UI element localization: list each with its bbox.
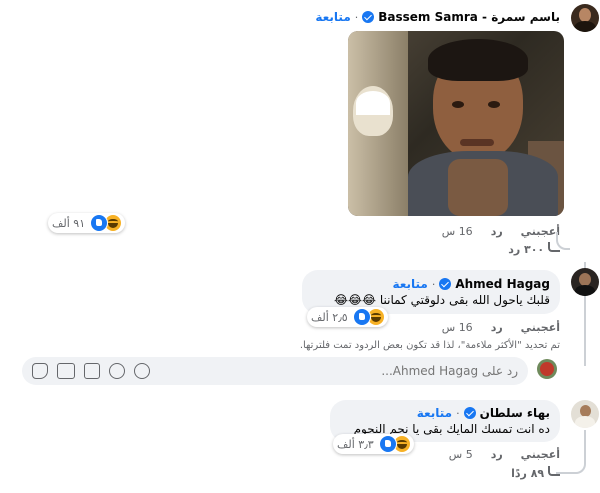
follow-button[interactable]: متابعة (315, 10, 350, 24)
thread-line (556, 458, 586, 474)
replies-count: ٨٩ ردًا (511, 467, 545, 480)
follow-button[interactable]: متابعة (392, 277, 427, 291)
view-replies-link[interactable]: ٨٩ ردًا (511, 466, 560, 480)
avatar-sticker-icon[interactable] (134, 363, 150, 379)
reaction-summary[interactable]: ٢٫٥ ألف (307, 307, 388, 327)
avatar[interactable] (571, 268, 599, 296)
reaction-summary[interactable]: ٣٫٣ ألف (333, 434, 414, 454)
avatar[interactable] (571, 400, 599, 428)
like-reaction-icon (378, 435, 397, 453)
timestamp[interactable]: 16 س (442, 321, 473, 334)
emoji-icon[interactable] (109, 363, 125, 379)
timestamp[interactable]: 16 س (442, 225, 473, 238)
reaction-count: ٩١ ألف (52, 216, 86, 230)
author-name[interactable]: بهاء سلطان (480, 406, 550, 420)
comment-header: بهاء سلطان · متابعة (417, 406, 550, 420)
reply-button[interactable]: رد (491, 321, 503, 334)
like-reaction-icon (352, 308, 371, 326)
reply-button[interactable]: رد (491, 448, 503, 461)
like-button[interactable]: أعجبني (521, 321, 560, 334)
current-user-avatar (537, 359, 557, 379)
gif-icon[interactable] (57, 363, 75, 379)
separator: · (354, 10, 359, 24)
verified-badge-icon (463, 407, 476, 419)
sticker-icon[interactable] (32, 363, 48, 379)
comment-image[interactable] (348, 31, 564, 216)
view-replies-link[interactable]: ٣٠٠ رد (508, 242, 560, 256)
reaction-summary[interactable]: ٩١ ألف (48, 213, 126, 233)
separator: · (456, 406, 460, 420)
avatar[interactable] (571, 4, 599, 32)
reply-input-box[interactable] (22, 357, 528, 385)
verified-badge-icon (362, 11, 375, 23)
filter-notice: تم تحديد "الأكثر ملاءمة"، لذا قد تكون بع… (299, 340, 560, 351)
reaction-count: ٢٫٥ ألف (311, 310, 348, 324)
input-tools (22, 363, 160, 379)
like-reaction-icon (90, 214, 109, 232)
author-name[interactable]: باسم سمرة - Bassem Samra (378, 10, 560, 24)
follow-button[interactable]: متابعة (417, 406, 452, 420)
like-button[interactable]: أعجبني (521, 448, 560, 461)
comment-header: باسم سمرة - Bassem Samra · متابعة (315, 10, 560, 24)
replies-count: ٣٠٠ رد (508, 243, 545, 256)
comment-actions: أعجبني رد 16 س (442, 225, 560, 238)
separator: · (431, 277, 436, 291)
timestamp[interactable]: 5 س (449, 448, 473, 461)
thread-line (584, 430, 586, 460)
camera-icon[interactable] (84, 363, 100, 379)
comment-text: قلبك ياحول الله بقى دلوقتي كماننا 😂😂😂 (333, 293, 550, 307)
reply-button[interactable]: رد (491, 225, 503, 238)
comment-actions: أعجبني رد 5 س (449, 448, 560, 461)
reply-arrow-icon (548, 242, 560, 252)
comment-actions: أعجبني رد 16 س (442, 321, 560, 334)
reply-input[interactable] (160, 364, 528, 378)
like-button[interactable]: أعجبني (521, 225, 560, 238)
comment-header: Ahmed Hagag · متابعة (392, 277, 550, 291)
verified-badge-icon (439, 278, 452, 290)
reaction-count: ٣٫٣ ألف (337, 437, 374, 451)
author-name[interactable]: Ahmed Hagag (455, 277, 550, 291)
reply-arrow-icon (548, 466, 560, 476)
